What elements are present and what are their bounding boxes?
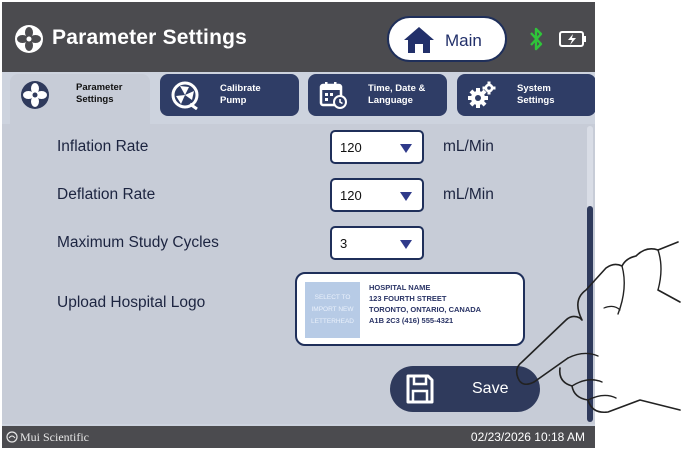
- tab-label: Parameter Settings: [76, 82, 123, 105]
- deflation-rate-label: Deflation Rate: [57, 186, 156, 203]
- letterhead-preview[interactable]: SELECT TO IMPORT NEW LETTERHEAD HOSPITAL…: [295, 272, 525, 346]
- main-button-label: Main: [445, 31, 482, 50]
- home-icon: [404, 27, 434, 53]
- max-study-cycles-select[interactable]: 3: [330, 226, 424, 260]
- save-button-label: Save: [472, 380, 509, 397]
- page-title: Parameter Settings: [52, 26, 248, 49]
- settings-panel: Inflation Rate 120 mL/Min Deflation Rate…: [2, 124, 595, 424]
- tab-label: System Settings: [517, 83, 555, 106]
- title-bar: Parameter Settings Main: [2, 2, 595, 72]
- deflation-rate-value: 120: [340, 188, 362, 203]
- main-button[interactable]: Main: [387, 16, 507, 62]
- deflation-rate-unit: mL/Min: [443, 186, 494, 203]
- chevron-down-icon: [400, 192, 412, 201]
- max-study-cycles-value: 3: [340, 236, 348, 251]
- tab-label: Time, Date & Language: [368, 83, 426, 106]
- deflation-rate-select[interactable]: 120: [330, 178, 424, 212]
- select-letterhead-slot[interactable]: SELECT TO IMPORT NEW LETTERHEAD: [305, 282, 360, 338]
- inflation-rate-value: 120: [340, 140, 362, 155]
- status-bar: Mui Scientific 02/23/2026 10:18 AM: [2, 426, 595, 448]
- gears-icon: [468, 81, 496, 108]
- inflation-rate-select[interactable]: 120: [330, 130, 424, 164]
- fan-icon: [15, 25, 43, 53]
- pointing-hand-illustration: [515, 241, 681, 414]
- tab-parameter-settings[interactable]: Parameter Settings: [10, 74, 150, 126]
- hospital-address: HOSPITAL NAME 123 FOURTH STREET TORONTO,…: [369, 283, 482, 325]
- battery-charging-icon: [559, 31, 586, 47]
- inflation-rate-unit: mL/Min: [443, 138, 494, 155]
- fan-icon: [21, 81, 49, 109]
- tab-calibrate-pump[interactable]: Calibrate Pump: [160, 74, 299, 116]
- max-study-cycles-label: Maximum Study Cycles: [57, 234, 219, 251]
- mui-logo-icon: [6, 431, 18, 443]
- tab-system-settings[interactable]: System Settings: [457, 74, 595, 116]
- tab-label: Calibrate Pump: [220, 83, 261, 106]
- chevron-down-icon: [400, 240, 412, 249]
- calendar-icon: [319, 82, 347, 109]
- tab-time-date-language[interactable]: Time, Date & Language: [308, 74, 447, 116]
- device-screen: Parameter Settings Main Parameter Settin…: [2, 2, 595, 448]
- bluetooth-icon: [530, 27, 543, 51]
- chevron-down-icon: [400, 144, 412, 153]
- calibrate-icon: [171, 81, 199, 110]
- brand-name: Mui Scientific: [20, 430, 89, 444]
- upload-hospital-logo-label: Upload Hospital Logo: [57, 294, 206, 311]
- inflation-rate-label: Inflation Rate: [57, 138, 149, 155]
- save-disk-icon: [406, 374, 434, 404]
